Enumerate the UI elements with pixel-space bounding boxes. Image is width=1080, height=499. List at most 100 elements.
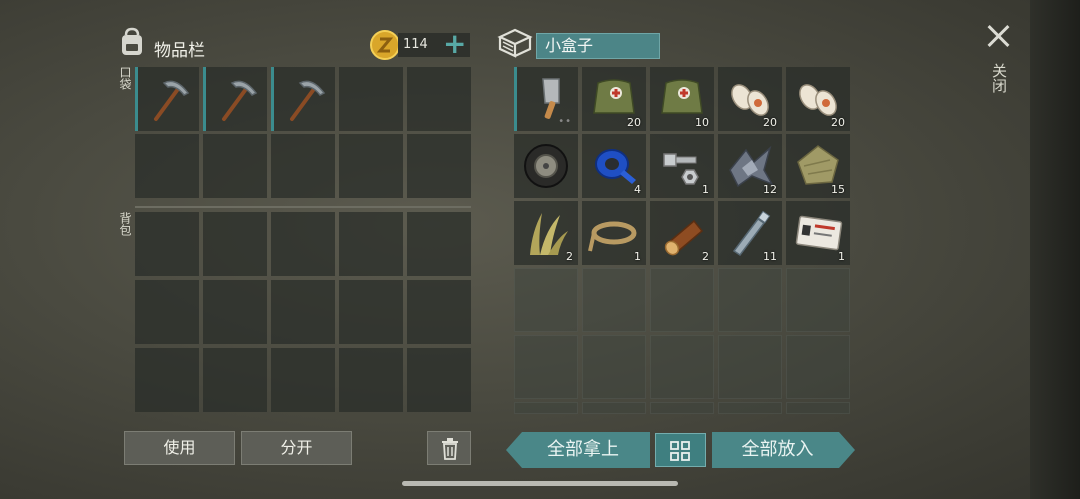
pocket-slot-8[interactable]: [271, 134, 335, 198]
put-all-button[interactable]: 全部放入: [712, 433, 843, 467]
item-quantity: 20: [831, 116, 845, 129]
backpack-slot[interactable]: [271, 280, 335, 344]
item-quantity: 1: [838, 250, 845, 263]
bolt-nut-icon: [663, 153, 699, 185]
container-slot-8[interactable]: 1: [650, 134, 714, 198]
container-slot-6[interactable]: [514, 134, 578, 198]
add-coins-button[interactable]: +: [443, 28, 466, 60]
item-quantity: 2: [702, 250, 709, 263]
item-quantity: 12: [763, 183, 777, 196]
container-slot-15[interactable]: 1: [786, 201, 850, 265]
container-slot-3[interactable]: 10: [650, 67, 714, 131]
item-quantity: 11: [763, 250, 777, 263]
side-panel: [1030, 0, 1080, 499]
coin-count: 114: [403, 37, 428, 52]
container-slot-empty[interactable]: [514, 268, 578, 332]
backpack-slot[interactable]: [407, 280, 471, 344]
container-slot-14[interactable]: 11: [718, 201, 782, 265]
container-slot-4[interactable]: 20: [718, 67, 782, 131]
item-quantity: 1: [634, 250, 641, 263]
item-quantity: 2: [566, 250, 573, 263]
container-slot-empty[interactable]: [718, 268, 782, 332]
plant-fiber-icon: [530, 213, 568, 255]
container-slot-empty[interactable]: [582, 268, 646, 332]
container-slot-empty[interactable]: [514, 335, 578, 399]
container-slot-2[interactable]: 20: [582, 67, 646, 131]
container-name: 小盒子: [536, 33, 660, 59]
tire-icon: [524, 144, 568, 188]
take-all-button[interactable]: 全部拿上: [516, 433, 650, 467]
sort-button[interactable]: [655, 433, 706, 467]
item-quantity: 20: [763, 116, 777, 129]
container-slot-empty[interactable]: [650, 268, 714, 332]
container-slot-13[interactable]: 2: [650, 201, 714, 265]
grid-icon: [670, 441, 690, 461]
split-button[interactable]: 分开: [241, 431, 352, 465]
backpack-slot[interactable]: [135, 212, 199, 276]
discard-button[interactable]: [427, 431, 471, 465]
pocket-slot-1[interactable]: [135, 67, 199, 131]
item-quantity: 10: [695, 116, 709, 129]
container-slot-empty[interactable]: [718, 335, 782, 399]
pocket-slot-6[interactable]: [135, 134, 199, 198]
backpack-slot[interactable]: [271, 348, 335, 412]
backpack-icon: [122, 27, 142, 55]
pocket-slot-2[interactable]: [203, 67, 267, 131]
container-slot-empty[interactable]: [582, 402, 646, 414]
pocket-slot-7[interactable]: [203, 134, 267, 198]
container-slot-9[interactable]: 12: [718, 134, 782, 198]
backpack-slot[interactable]: [407, 212, 471, 276]
pocket-slot-4[interactable]: [339, 67, 403, 131]
backpack-slot[interactable]: [135, 348, 199, 412]
pocket-slot-9[interactable]: [339, 134, 403, 198]
log-icon: [664, 219, 704, 256]
pocket-label: 口袋: [118, 66, 132, 90]
trash-icon: [442, 438, 458, 460]
container-slot-5[interactable]: 20: [786, 67, 850, 131]
backpack-slot[interactable]: [203, 348, 267, 412]
pocket-slot-5[interactable]: [407, 67, 471, 131]
container-slot-empty[interactable]: [650, 335, 714, 399]
container-slot-empty[interactable]: [650, 402, 714, 414]
backpack-slot[interactable]: [339, 212, 403, 276]
backpack-slot[interactable]: [407, 348, 471, 412]
duct-tape-icon: [595, 149, 636, 184]
container-slot-empty[interactable]: [582, 335, 646, 399]
container-slot-empty[interactable]: [718, 402, 782, 414]
item-quantity: 15: [831, 183, 845, 196]
backpack-slot[interactable]: [339, 280, 403, 344]
container-slot-10[interactable]: 15: [786, 134, 850, 198]
container-slot-1[interactable]: ••: [514, 67, 578, 131]
army-card-icon: [795, 215, 843, 251]
container-slot-11[interactable]: 2: [514, 201, 578, 265]
container-slot-empty[interactable]: [514, 402, 578, 414]
container-slot-empty[interactable]: [786, 402, 850, 414]
backpack-slot[interactable]: [203, 280, 267, 344]
rope-icon: [588, 221, 637, 252]
pickaxe-icon: [290, 80, 326, 121]
backpack-label: 背包: [118, 212, 132, 236]
container-slot-empty[interactable]: [786, 335, 850, 399]
coin-icon: [370, 30, 400, 60]
item-quantity: 20: [627, 116, 641, 129]
item-quantity: 4: [634, 183, 641, 196]
backpack-slot[interactable]: [135, 280, 199, 344]
durability-dots: ••: [558, 116, 572, 127]
container-slot-7[interactable]: 4: [582, 134, 646, 198]
use-button[interactable]: 使用: [124, 431, 235, 465]
pocket-slot-10[interactable]: [407, 134, 471, 198]
pocket-slot-3[interactable]: [271, 67, 335, 131]
backpack-slot[interactable]: [339, 348, 403, 412]
container-slot-12[interactable]: 1: [582, 201, 646, 265]
pickaxe-icon: [154, 80, 190, 121]
close-label[interactable]: 关闭: [990, 63, 1008, 93]
backpack-slot[interactable]: [203, 212, 267, 276]
container-slot-empty[interactable]: [786, 268, 850, 332]
home-indicator: [402, 481, 678, 486]
pocket-backpack-divider: [135, 206, 471, 208]
box-icon: [497, 28, 533, 58]
backpack-slot[interactable]: [271, 212, 335, 276]
inventory-title: 物品栏: [154, 41, 205, 61]
pickaxe-icon: [222, 80, 258, 121]
close-icon[interactable]: [986, 24, 1010, 48]
